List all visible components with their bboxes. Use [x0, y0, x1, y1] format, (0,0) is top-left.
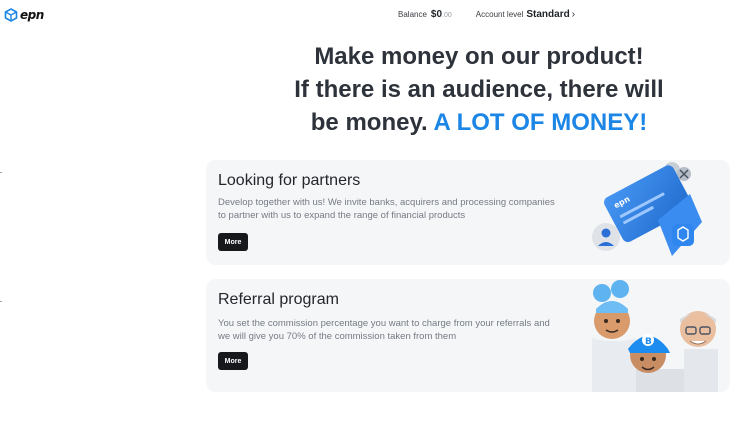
- brand-name: epn: [20, 8, 44, 22]
- card-title: Looking for partners: [218, 172, 361, 189]
- hero-accent-text: A LOT OF MONEY!: [433, 109, 648, 136]
- edge-tick: [0, 172, 2, 173]
- svg-text:B: B: [645, 337, 652, 347]
- card-description: You set the commission percentage you wa…: [218, 318, 550, 342]
- hero-line-3-plain: be money.: [310, 109, 434, 136]
- card-title: Referral program: [218, 291, 339, 308]
- chevron-right-icon[interactable]: ›: [572, 9, 575, 20]
- referral-more-button[interactable]: More: [218, 352, 248, 370]
- balance-label: Balance: [398, 10, 427, 19]
- hero-line-1: Make money on our product!: [314, 43, 644, 70]
- balance-decimal: .00: [442, 12, 452, 19]
- balance-value: $0: [430, 9, 443, 20]
- referral-card: Referral program You set the commission …: [206, 279, 730, 392]
- hero-line-3: be money. A LOT OF MONEY!: [270, 106, 688, 139]
- card-description: Develop together with us! We invite bank…: [218, 197, 555, 221]
- brand-logo[interactable]: epn: [4, 8, 44, 22]
- cube-logo-icon: [4, 8, 18, 22]
- edge-tick: [0, 301, 2, 302]
- partners-card: Looking for partners Develop together wi…: [206, 160, 730, 265]
- hero-heading: Make money on our product! If there is a…: [270, 40, 688, 139]
- hero-line-2: If there is an audience, there will: [294, 76, 664, 103]
- account-level-label: Account level: [475, 10, 524, 19]
- account-summary: Balance $0 .00 Account level Standard ›: [398, 9, 575, 20]
- account-level-link[interactable]: Standard: [526, 9, 569, 20]
- bank-card-icon: epn: [592, 162, 702, 256]
- avatars-illustration-icon: B: [592, 280, 718, 392]
- partners-more-button[interactable]: More: [218, 233, 248, 251]
